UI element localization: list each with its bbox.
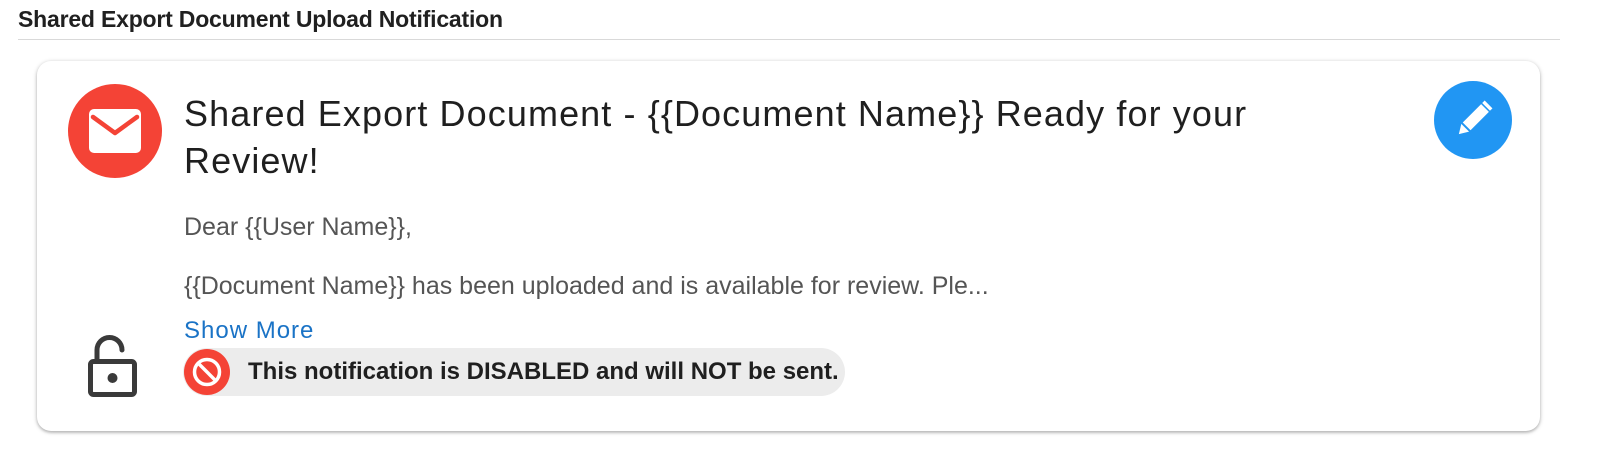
greeting-text: Dear {{User Name}}, — [184, 213, 412, 241]
show-more-link[interactable]: Show More — [184, 317, 314, 345]
status-text: This notification is DISABLED and will N… — [248, 358, 839, 385]
block-icon — [184, 349, 230, 395]
mail-icon — [68, 84, 162, 178]
body-preview-text: {{Document Name}} has been uploaded and … — [184, 272, 989, 300]
notification-title: Shared Export Document - {{Document Name… — [184, 93, 1248, 181]
status-badge: This notification is DISABLED and will N… — [183, 348, 845, 396]
edit-button[interactable] — [1434, 81, 1512, 159]
section-header: Shared Export Document Upload Notificati… — [18, 0, 1560, 40]
notification-card: Shared Export Document - {{Document Name… — [37, 61, 1540, 431]
section-title: Shared Export Document Upload Notificati… — [18, 6, 503, 32]
pencil-icon — [1458, 100, 1493, 135]
unlocked-lock-icon[interactable] — [87, 333, 141, 404]
